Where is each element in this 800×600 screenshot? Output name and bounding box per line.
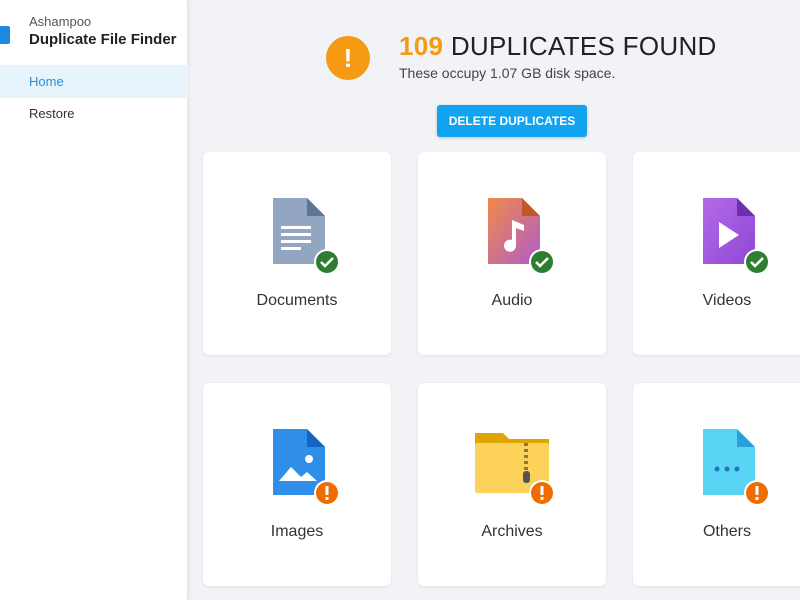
category-label: Archives <box>481 523 543 540</box>
document-icon <box>273 198 340 275</box>
check-badge-icon <box>529 249 555 275</box>
delete-duplicates-button[interactable]: DELETE DUPLICATES <box>437 105 587 137</box>
brand-name: Ashampoo <box>29 14 92 29</box>
category-card-documents[interactable]: Documents <box>203 152 391 355</box>
category-card-archives[interactable]: Archives <box>418 383 606 586</box>
video-file-icon <box>703 198 770 275</box>
warning-badge-icon <box>314 480 340 506</box>
warning-badge-icon <box>744 480 770 506</box>
category-label: Audio <box>491 292 533 309</box>
other-file-icon <box>703 429 770 506</box>
sidebar: Ashampoo Duplicate File Finder Home Rest… <box>0 0 188 600</box>
category-label: Videos <box>702 292 752 309</box>
category-label: Others <box>702 523 751 540</box>
check-badge-icon <box>744 249 770 275</box>
warning-icon: ! <box>326 36 370 80</box>
title-text: DUPLICATES FOUND <box>450 31 717 61</box>
disk-space-subtitle: These occupy 1.07 GB disk space. <box>399 65 616 81</box>
duplicate-count: 109 <box>399 31 444 61</box>
category-card-images[interactable]: Images <box>203 383 391 586</box>
category-label: Documents <box>256 292 338 309</box>
category-card-others[interactable]: Others <box>633 383 800 586</box>
app-name: Duplicate File Finder <box>29 31 177 48</box>
category-label: Images <box>270 523 324 540</box>
sidebar-item-restore[interactable]: Restore <box>0 97 188 130</box>
check-badge-icon <box>314 249 340 275</box>
image-file-icon <box>273 429 340 506</box>
sidebar-item-home[interactable]: Home <box>0 65 188 98</box>
page-title: 109 DUPLICATES FOUND <box>399 31 717 62</box>
app-logo-icon <box>0 26 10 44</box>
audio-file-icon <box>488 198 555 275</box>
category-card-audio[interactable]: Audio <box>418 152 606 355</box>
archive-folder-icon <box>475 433 555 506</box>
category-card-videos[interactable]: Videos <box>633 152 800 355</box>
warning-badge-icon <box>529 480 555 506</box>
